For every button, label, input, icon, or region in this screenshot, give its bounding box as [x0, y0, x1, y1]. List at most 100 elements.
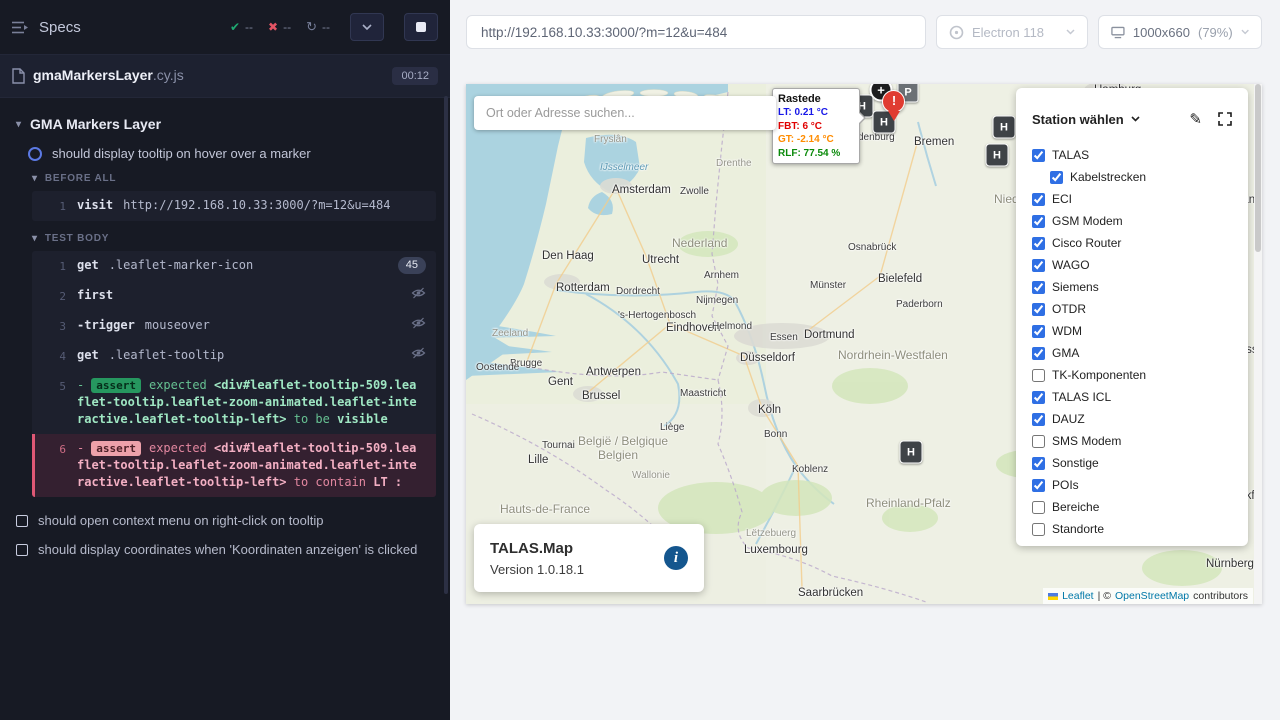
app-scrollbar[interactable] [1254, 84, 1262, 604]
collapse-all-button[interactable] [350, 13, 384, 41]
station-select[interactable]: Station wählen [1032, 112, 1140, 127]
map-search-box[interactable] [474, 96, 776, 130]
fullscreen-icon[interactable] [1218, 112, 1232, 126]
refresh-icon: ↻ [306, 19, 317, 35]
stat-pending-count: -- [322, 20, 330, 34]
layer-checkbox-item[interactable]: GMA [1032, 342, 1232, 364]
section-header[interactable]: ▾ BEFORE ALL [32, 173, 436, 184]
info-icon[interactable]: i [664, 546, 688, 570]
layer-checkbox-item[interactable]: Kabelstrecken [1032, 166, 1232, 188]
command-row[interactable]: 1 visithttp://192.168.10.33:3000/?m=12&u… [32, 191, 436, 221]
run-timer: 00:12 [392, 67, 438, 85]
layer-checkbox-item[interactable]: Bereiche [1032, 496, 1232, 518]
pending-test[interactable]: should open context menu on right-click … [16, 513, 436, 528]
layer-checkbox[interactable] [1032, 435, 1045, 448]
command-number: 3 [35, 317, 77, 335]
layer-checkbox-item[interactable]: GSM Modem [1032, 210, 1232, 232]
layer-checkbox[interactable] [1032, 413, 1045, 426]
section-header[interactable]: ▾ TEST BODY [32, 233, 436, 244]
layer-checkbox[interactable] [1032, 281, 1045, 294]
osm-link[interactable]: OpenStreetMap [1115, 590, 1189, 602]
layer-checkbox[interactable] [1032, 369, 1045, 382]
layer-checkbox-item[interactable]: Standorte [1032, 518, 1232, 540]
scrollbar-thumb[interactable] [1255, 84, 1261, 252]
running-test-icon [28, 147, 42, 161]
layer-checkbox[interactable] [1032, 523, 1045, 536]
layer-checkbox[interactable] [1032, 391, 1045, 404]
marker-tooltip[interactable]: Rastede LT: 0.21 °CFBT: 6 °CGT: -2.14 °C… [772, 88, 860, 164]
command-row[interactable]: 6 -assertexpected <div#leaflet-tooltip-5… [32, 434, 436, 497]
map-attribution: Leaflet | © OpenStreetMap contributors [1043, 588, 1253, 604]
command-extras [403, 287, 426, 299]
layer-checkbox-item[interactable]: TK-Komponenten [1032, 364, 1232, 386]
url-bar[interactable]: http://192.168.10.33:3000/?m=12&u=484 [466, 15, 926, 49]
command-row[interactable]: 3 -triggermouseover [32, 311, 436, 341]
sidebar-scrollbar[interactable] [444, 96, 448, 594]
layer-checkbox[interactable] [1032, 325, 1045, 338]
layer-checkbox-item[interactable]: Sonstige [1032, 452, 1232, 474]
layer-checkbox-item[interactable]: TALAS ICL [1032, 386, 1232, 408]
layer-checkbox-item[interactable]: Cisco Router [1032, 232, 1232, 254]
marker-glyph: H [907, 446, 915, 458]
specs-menu-icon[interactable] [12, 21, 29, 34]
command-body: visithttp://192.168.10.33:3000/?m=12&u=4… [77, 197, 418, 214]
layer-checkbox[interactable] [1050, 171, 1063, 184]
layer-checkbox-item[interactable]: DAUZ [1032, 408, 1232, 430]
pending-test[interactable]: should display coordinates when 'Koordin… [16, 542, 436, 557]
marker-glyph: ! [882, 93, 906, 108]
search-input[interactable] [484, 105, 766, 121]
command-row[interactable]: 1 get.leaflet-marker-icon 45 [32, 251, 436, 281]
suite-row[interactable]: ▾ GMA Markers Layer [16, 116, 436, 132]
stop-run-button[interactable] [404, 13, 438, 41]
layer-checkbox[interactable] [1032, 303, 1045, 316]
map-marker[interactable]: ! [882, 90, 906, 124]
tooltip-measurement: RLF: 77.54 % [778, 147, 854, 161]
spec-file-row[interactable]: gmaMarkersLayer.cy.js 00:12 [0, 55, 450, 98]
marker-glyph: H [993, 149, 1001, 161]
map-app[interactable]: HamburgBremenOldenburgGroningenLeeuwarde… [466, 84, 1262, 604]
active-test-row[interactable]: should display tooltip on hover over a m… [28, 146, 436, 161]
browser-select[interactable]: Electron 118 [936, 15, 1088, 49]
layer-label: ECI [1052, 192, 1072, 206]
layer-checkbox[interactable] [1032, 259, 1045, 272]
leaflet-link[interactable]: Leaflet [1062, 590, 1094, 602]
map-marker[interactable]: H [993, 116, 1016, 139]
command-row[interactable]: 2 first [32, 281, 436, 311]
test-tree: ▾ GMA Markers Layer should display toolt… [0, 98, 450, 720]
app-version: Version 1.0.18.1 [490, 562, 584, 577]
layer-checkbox[interactable] [1032, 347, 1045, 360]
tooltip-measurement: GT: -2.14 °C [778, 133, 854, 147]
command-row[interactable]: 5 -assertexpected <div#leaflet-tooltip-5… [32, 371, 436, 434]
command-extras [403, 347, 426, 359]
layer-checkbox[interactable] [1032, 479, 1045, 492]
layer-checkbox-item[interactable]: SMS Modem [1032, 430, 1232, 452]
layer-checkbox[interactable] [1032, 215, 1045, 228]
layer-checkbox-item[interactable]: TALAS [1032, 144, 1232, 166]
station-select-label: Station wählen [1032, 112, 1124, 127]
layer-checkbox[interactable] [1032, 457, 1045, 470]
command-number: 4 [35, 347, 77, 365]
layer-checkbox-item[interactable]: OTDR [1032, 298, 1232, 320]
layer-label: Kabelstrecken [1070, 170, 1146, 184]
command-row[interactable]: 4 get.leaflet-tooltip [32, 341, 436, 371]
viewport-zoom: (79%) [1198, 25, 1233, 40]
command-number: 5 [35, 377, 77, 395]
map-marker[interactable]: H [986, 144, 1009, 167]
stat-failed: ✖-- [268, 20, 291, 34]
layer-checkbox-item[interactable]: ECI [1032, 188, 1232, 210]
layer-checkbox-item[interactable]: POIs [1032, 474, 1232, 496]
layer-checkbox[interactable] [1032, 237, 1045, 250]
layer-checkbox[interactable] [1032, 149, 1045, 162]
tooltip-measurement: LT: 0.21 °C [778, 106, 854, 120]
layer-checkbox[interactable] [1032, 501, 1045, 514]
map-marker[interactable]: H [900, 441, 923, 464]
edit-pencil-icon[interactable]: ✎ [1189, 110, 1202, 128]
layer-checkbox-item[interactable]: Siemens [1032, 276, 1232, 298]
viewport-select[interactable]: 1000x660 (79%) [1098, 15, 1262, 49]
layer-checkbox-item[interactable]: WAGO [1032, 254, 1232, 276]
runner-topbar: http://192.168.10.33:3000/?m=12&u=484 El… [450, 0, 1280, 64]
leaflet-flag-icon [1048, 593, 1058, 600]
command-sections: ▾ BEFORE ALL 1 visithttp://192.168.10.33… [14, 173, 436, 497]
layer-checkbox-item[interactable]: WDM [1032, 320, 1232, 342]
layer-checkbox[interactable] [1032, 193, 1045, 206]
